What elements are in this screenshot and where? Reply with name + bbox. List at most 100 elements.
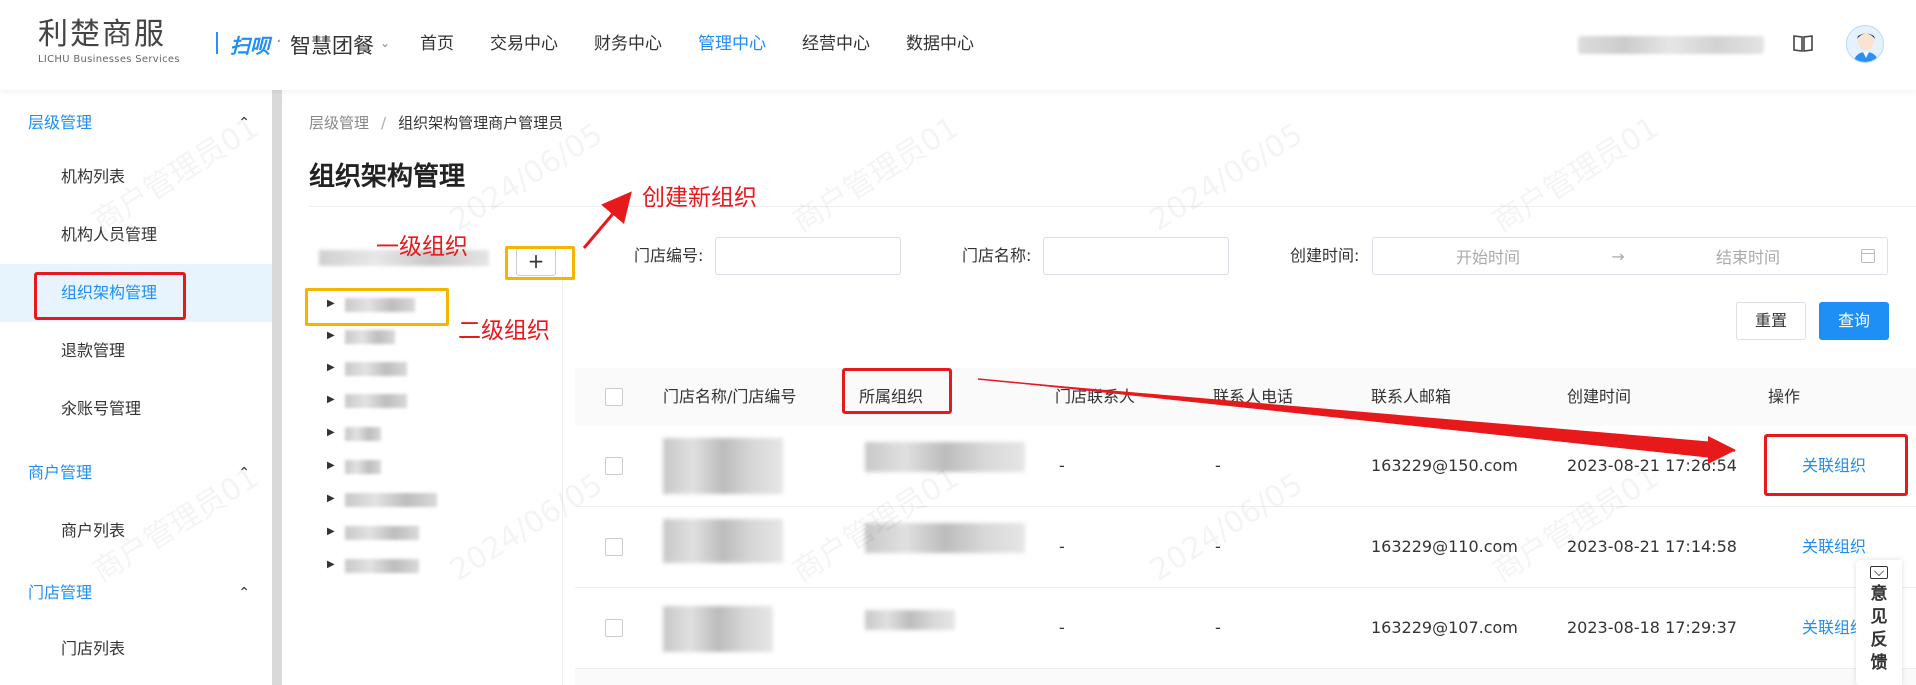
top-header: 利楚商服 LICHU Businesses Services 扫呗 · 智慧团餐… bbox=[0, 0, 1916, 90]
email-cell: 163229@110.com bbox=[1371, 537, 1518, 556]
tree-node-blurred bbox=[345, 493, 437, 507]
store-name-input[interactable] bbox=[1043, 237, 1229, 275]
caret-right-icon[interactable]: ▶ bbox=[327, 559, 335, 570]
avatar[interactable] bbox=[1846, 25, 1884, 63]
brand-separator bbox=[216, 32, 218, 54]
sidebar-group-store[interactable]: 门店管理 ⌃ bbox=[0, 568, 272, 618]
col-contact: 门店联系人 bbox=[1055, 387, 1136, 406]
store-name-label: 门店名称: bbox=[962, 246, 1032, 265]
logo-text-cn: 利楚商服 bbox=[38, 17, 166, 52]
created-cell: 2023-08-21 17:26:54 bbox=[1567, 456, 1737, 475]
select-all-checkbox[interactable] bbox=[605, 388, 623, 406]
brand-scan-logo: 扫呗 bbox=[230, 34, 270, 58]
caret-right-icon[interactable]: ▶ bbox=[327, 394, 335, 405]
annotation-level1-org: 一级组织 bbox=[376, 234, 468, 260]
email-cell: 163229@107.com bbox=[1371, 618, 1518, 637]
user-info-blurred bbox=[1578, 36, 1764, 54]
nav-management-center[interactable]: 管理中心 bbox=[698, 0, 766, 90]
nav-finance-center[interactable]: 财务中心 bbox=[594, 0, 662, 90]
nav-operation-center[interactable]: 经营中心 bbox=[802, 0, 870, 90]
main-content: 层级管理 / 组织架构管理商户管理员 组织架构管理 + ▶ ▶ ▶ ▶ ▶ ▶ ▶ … bbox=[282, 90, 1916, 685]
breadcrumb-parent[interactable]: 层级管理 bbox=[309, 114, 369, 132]
tree-node-blurred bbox=[345, 460, 381, 474]
nav-transaction-center[interactable]: 交易中心 bbox=[490, 0, 558, 90]
title-divider bbox=[309, 206, 1916, 207]
tree-node-blurred bbox=[345, 394, 407, 408]
tree-node-blurred bbox=[345, 427, 381, 441]
nav-data-center[interactable]: 数据中心 bbox=[906, 0, 974, 90]
reset-button[interactable]: 重置 bbox=[1736, 302, 1806, 340]
nav-home[interactable]: 首页 bbox=[420, 0, 454, 90]
chevron-down-icon[interactable]: ⌄ bbox=[380, 36, 390, 50]
caret-right-icon[interactable]: ▶ bbox=[327, 526, 335, 537]
annotation-box-org-column bbox=[842, 368, 952, 414]
feedback-char: 馈 bbox=[1870, 653, 1888, 673]
contact-cell: - bbox=[1059, 537, 1065, 556]
query-button[interactable]: 查询 bbox=[1819, 302, 1889, 340]
page-title: 组织架构管理 bbox=[309, 162, 466, 192]
tree-node-blurred bbox=[345, 559, 419, 573]
col-phone: 联系人电话 bbox=[1213, 387, 1294, 406]
feedback-tab[interactable]: 意 见 反 馈 bbox=[1856, 560, 1902, 685]
row-checkbox[interactable] bbox=[605, 538, 623, 556]
sidebar-scrollbar[interactable] bbox=[272, 90, 282, 685]
row-checkbox[interactable] bbox=[605, 457, 623, 475]
sidebar-item-account[interactable]: 氽账号管理 bbox=[0, 380, 272, 438]
table-row bbox=[575, 669, 1916, 685]
col-email: 联系人邮箱 bbox=[1371, 387, 1452, 406]
store-name-blurred bbox=[663, 606, 773, 652]
annotation-level2-org: 二级组织 bbox=[458, 318, 550, 344]
col-created: 创建时间 bbox=[1567, 387, 1632, 406]
col-store-name: 门店名称/门店编号 bbox=[663, 387, 797, 406]
phone-cell: - bbox=[1215, 537, 1221, 556]
breadcrumb: 层级管理 / 组织架构管理商户管理员 bbox=[309, 112, 563, 133]
annotation-box-org-structure bbox=[34, 272, 186, 320]
annotation-box-add-button bbox=[505, 246, 575, 280]
sidebar-group-label: 层级管理 bbox=[28, 113, 93, 132]
tree-node-blurred bbox=[345, 362, 407, 376]
date-range-picker[interactable]: 开始时间 → 结束时间 bbox=[1372, 237, 1888, 275]
table-row: - - 163229@107.com 2023-08-18 17:29:37 关… bbox=[575, 588, 1916, 669]
logo[interactable]: 利楚商服 LICHU Businesses Services bbox=[38, 17, 188, 66]
store-code-label: 门店编号: bbox=[634, 246, 704, 265]
sidebar: 层级管理 ⌃ 机构列表 机构人员管理 组织架构管理 退款管理 氽账号管理 商户管… bbox=[0, 90, 272, 685]
table-row: - - 163229@110.com 2023-08-21 17:14:58 关… bbox=[575, 507, 1916, 588]
feedback-char: 意 bbox=[1870, 584, 1888, 604]
end-date-input[interactable]: 结束时间 bbox=[1633, 244, 1863, 268]
phone-cell: - bbox=[1215, 456, 1221, 475]
logo-text-en: LICHU Businesses Services bbox=[38, 54, 180, 65]
sidebar-group-label: 门店管理 bbox=[28, 583, 93, 602]
brand-dot: · bbox=[276, 31, 282, 52]
caret-right-icon[interactable]: ▶ bbox=[327, 460, 335, 471]
book-icon[interactable] bbox=[1792, 32, 1814, 54]
sidebar-group-hierarchy[interactable]: 层级管理 ⌃ bbox=[0, 98, 272, 148]
feedback-char: 见 bbox=[1870, 607, 1888, 627]
sidebar-group-merchant[interactable]: 商户管理 ⌃ bbox=[0, 448, 272, 498]
created-cell: 2023-08-21 17:14:58 bbox=[1567, 537, 1737, 556]
row-checkbox[interactable] bbox=[605, 619, 623, 637]
sidebar-item-org-list[interactable]: 机构列表 bbox=[0, 148, 272, 206]
caret-right-icon[interactable]: ▶ bbox=[327, 362, 335, 373]
chevron-up-icon: ⌃ bbox=[238, 465, 250, 481]
sidebar-item-merchant-list[interactable]: 商户列表 bbox=[0, 502, 272, 560]
brand-product-selector[interactable]: 智慧团餐 bbox=[290, 30, 374, 60]
caret-right-icon[interactable]: ▶ bbox=[327, 427, 335, 438]
start-date-input[interactable]: 开始时间 bbox=[1373, 244, 1603, 268]
tree-node-blurred bbox=[345, 526, 419, 540]
sidebar-item-org-staff[interactable]: 机构人员管理 bbox=[0, 206, 272, 264]
phone-cell: - bbox=[1215, 618, 1221, 637]
tree-divider bbox=[562, 270, 563, 685]
org-blurred bbox=[865, 442, 1025, 472]
caret-right-icon[interactable]: ▶ bbox=[327, 330, 335, 341]
created-cell: 2023-08-18 17:29:37 bbox=[1567, 618, 1737, 637]
chevron-up-icon: ⌃ bbox=[238, 585, 250, 601]
chevron-up-icon: ⌃ bbox=[238, 115, 250, 131]
sidebar-item-store-list[interactable]: 门店列表 bbox=[0, 620, 272, 678]
sidebar-group-label: 商户管理 bbox=[28, 463, 93, 482]
contact-cell: - bbox=[1059, 618, 1065, 637]
store-name-blurred bbox=[663, 438, 783, 494]
link-org-action[interactable]: 关联组织 bbox=[1802, 537, 1866, 557]
store-code-input[interactable] bbox=[715, 237, 901, 275]
sidebar-item-refund[interactable]: 退款管理 bbox=[0, 322, 272, 380]
caret-right-icon[interactable]: ▶ bbox=[327, 493, 335, 504]
